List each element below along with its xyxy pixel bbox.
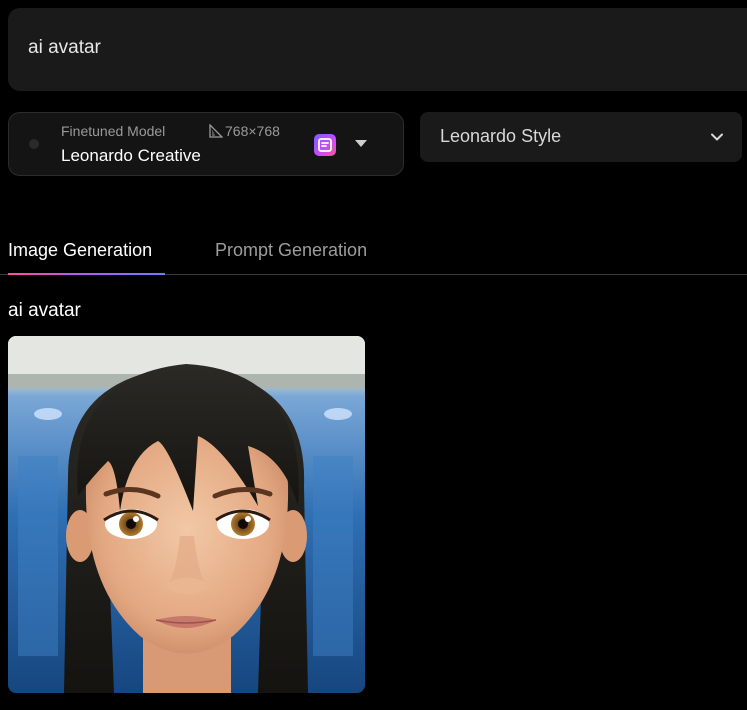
tab-image-generation[interactable]: Image Generation bbox=[8, 240, 152, 261]
model-dimensions: 768×768 bbox=[209, 123, 280, 139]
style-dropdown[interactable]: Leonardo Style bbox=[420, 112, 742, 162]
tab-prompt-generation[interactable]: Prompt Generation bbox=[215, 240, 367, 261]
model-kind-label: Finetuned Model bbox=[61, 123, 166, 139]
chevron-down-icon bbox=[711, 133, 723, 141]
generated-image[interactable] bbox=[8, 336, 365, 693]
active-tab-indicator bbox=[8, 273, 165, 275]
finetune-badge-icon bbox=[314, 134, 336, 156]
caret-down-icon[interactable] bbox=[355, 140, 367, 147]
model-dimensions-value: 768×768 bbox=[225, 123, 280, 139]
generation-tabs: Image Generation Prompt Generation bbox=[0, 228, 747, 276]
model-thumbnail-icon bbox=[29, 139, 39, 149]
result-prompt-title: ai avatar bbox=[8, 300, 81, 321]
model-name: Leonardo Creative bbox=[61, 146, 201, 165]
prompt-input[interactable]: ai avatar bbox=[8, 8, 747, 91]
style-dropdown-value: Leonardo Style bbox=[440, 126, 562, 146]
page: ai avatar Finetuned Model 768×768 Leonar… bbox=[0, 0, 747, 710]
model-selector[interactable]: Finetuned Model 768×768 Leonardo Creativ… bbox=[8, 112, 404, 176]
ruler-icon bbox=[209, 124, 223, 138]
prompt-input-text[interactable]: ai avatar bbox=[28, 37, 101, 59]
